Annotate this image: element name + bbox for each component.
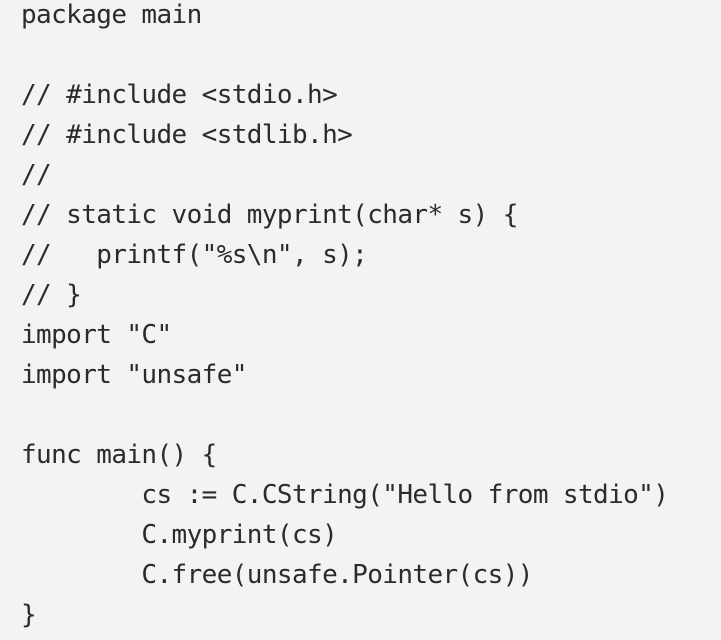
code-line-16: } (21, 600, 37, 630)
code-line-12: func main() { (21, 440, 217, 470)
code-line-15: C.free(unsafe.Pointer(cs)) (21, 560, 533, 590)
code-line-5: // (21, 160, 52, 190)
code-line-14: C.myprint(cs) (21, 520, 338, 550)
code-line-8: // } (21, 280, 82, 310)
code-block: package main // #include <stdio.h> // #i… (0, 0, 721, 640)
code-line-9: import "C" (21, 320, 172, 350)
code-line-10: import "unsafe" (21, 360, 247, 390)
code-line-6: // static void myprint(char* s) { (21, 200, 518, 230)
code-line-4: // #include <stdlib.h> (21, 120, 353, 150)
code-line-1: package main (21, 0, 202, 30)
code-line-3: // #include <stdio.h> (21, 80, 338, 110)
code-line-13: cs := C.CString("Hello from stdio") (21, 480, 669, 510)
code-line-7: // printf("%s\n", s); (21, 240, 368, 270)
